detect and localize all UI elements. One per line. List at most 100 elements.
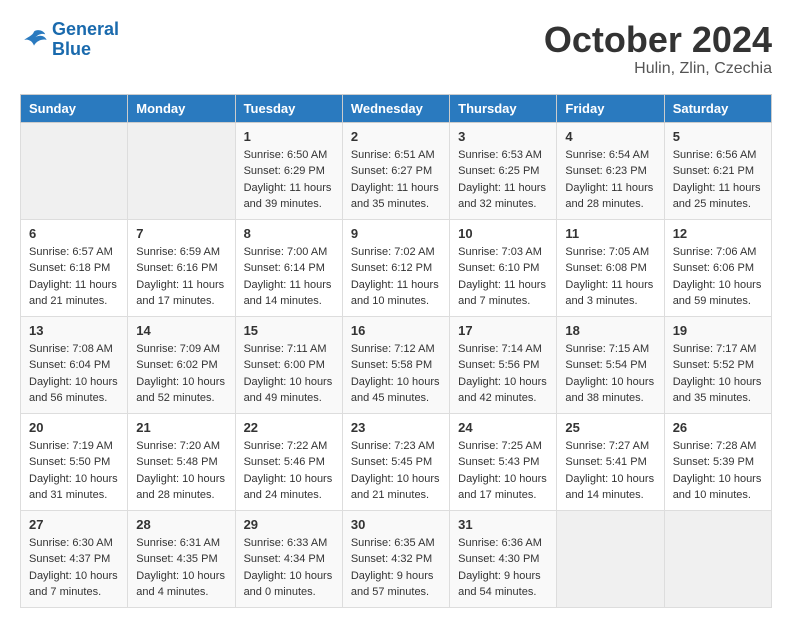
day-detail: Sunrise: 6:33 AM Sunset: 4:34 PM Dayligh… [244,535,334,601]
day-detail: Sunrise: 7:20 AM Sunset: 5:48 PM Dayligh… [136,438,226,504]
col-header-saturday: Saturday [664,94,771,122]
day-number: 21 [136,420,226,435]
day-number: 28 [136,517,226,532]
day-number: 8 [244,226,334,241]
col-header-monday: Monday [128,94,235,122]
day-number: 12 [673,226,763,241]
day-detail: Sunrise: 7:00 AM Sunset: 6:14 PM Dayligh… [244,244,334,310]
day-detail: Sunrise: 7:23 AM Sunset: 5:45 PM Dayligh… [351,438,441,504]
day-number: 16 [351,323,441,338]
calendar-cell: 13Sunrise: 7:08 AM Sunset: 6:04 PM Dayli… [21,316,128,413]
calendar-cell: 11 Sunrise: 7:05 AM Sunset: 6:08 PM Dayli… [557,219,664,316]
calendar-cell: 22 Sunrise: 7:22 AM Sunset: 5:46 PM Dayli… [235,413,342,510]
calendar-cell: 5 Sunrise: 6:56 AM Sunset: 6:21 PM Daylig… [664,122,771,219]
page-header: General Blue October 2024 Hulin, Zlin, C… [20,20,772,78]
logo: General Blue [20,20,119,60]
day-number: 1 [244,129,334,144]
day-number: 27 [29,517,119,532]
day-number: 3 [458,129,548,144]
day-detail: Sunrise: 6:30 AM Sunset: 4:37 PM Dayligh… [29,535,119,601]
calendar-cell [21,122,128,219]
day-detail: Sunrise: 7:17 AM Sunset: 5:52 PM Dayligh… [673,341,763,407]
day-number: 5 [673,129,763,144]
location: Hulin, Zlin, Czechia [544,60,772,78]
calendar-cell: 15 Sunrise: 7:11 AM Sunset: 6:00 PM Dayli… [235,316,342,413]
day-number: 18 [565,323,655,338]
day-detail: Sunrise: 6:51 AM Sunset: 6:27 PM Dayligh… [351,147,441,213]
calendar-cell: 9Sunrise: 7:02 AM Sunset: 6:12 PM Daylig… [342,219,449,316]
day-number: 6 [29,226,119,241]
day-number: 14 [136,323,226,338]
col-header-wednesday: Wednesday [342,94,449,122]
day-detail: Sunrise: 7:06 AM Sunset: 6:06 PM Dayligh… [673,244,763,310]
day-detail: Sunrise: 7:28 AM Sunset: 5:39 PM Dayligh… [673,438,763,504]
day-detail: Sunrise: 7:05 AM Sunset: 6:08 PM Dayligh… [565,244,655,310]
calendar-cell: 29 Sunrise: 6:33 AM Sunset: 4:34 PM Dayli… [235,510,342,607]
calendar-cell: 31Sunrise: 6:36 AM Sunset: 4:30 PM Dayli… [450,510,557,607]
day-detail: Sunrise: 6:35 AM Sunset: 4:32 PM Dayligh… [351,535,441,601]
day-detail: Sunrise: 7:03 AM Sunset: 6:10 PM Dayligh… [458,244,548,310]
day-detail: Sunrise: 7:02 AM Sunset: 6:12 PM Dayligh… [351,244,441,310]
col-header-thursday: Thursday [450,94,557,122]
title-block: October 2024 Hulin, Zlin, Czechia [544,20,772,78]
week-row-5: 27 Sunrise: 6:30 AM Sunset: 4:37 PM Dayli… [21,510,772,607]
calendar-cell: 1Sunrise: 6:50 AM Sunset: 6:29 PM Daylig… [235,122,342,219]
day-detail: Sunrise: 7:11 AM Sunset: 6:00 PM Dayligh… [244,341,334,407]
calendar-cell: 4 Sunrise: 6:54 AM Sunset: 6:23 PM Daylig… [557,122,664,219]
day-number: 20 [29,420,119,435]
calendar-cell: 8 Sunrise: 7:00 AM Sunset: 6:14 PM Daylig… [235,219,342,316]
calendar-cell: 3Sunrise: 6:53 AM Sunset: 6:25 PM Daylig… [450,122,557,219]
week-row-1: 1Sunrise: 6:50 AM Sunset: 6:29 PM Daylig… [21,122,772,219]
day-number: 17 [458,323,548,338]
calendar-cell: 17Sunrise: 7:14 AM Sunset: 5:56 PM Dayli… [450,316,557,413]
day-detail: Sunrise: 7:15 AM Sunset: 5:54 PM Dayligh… [565,341,655,407]
day-number: 10 [458,226,548,241]
month-title: October 2024 [544,20,772,60]
day-number: 23 [351,420,441,435]
calendar-cell: 2 Sunrise: 6:51 AM Sunset: 6:27 PM Daylig… [342,122,449,219]
calendar-cell [128,122,235,219]
day-number: 31 [458,517,548,532]
day-number: 25 [565,420,655,435]
logo-bird-icon [20,26,48,54]
day-detail: Sunrise: 6:31 AM Sunset: 4:35 PM Dayligh… [136,535,226,601]
calendar-cell: 6 Sunrise: 6:57 AM Sunset: 6:18 PM Daylig… [21,219,128,316]
day-number: 24 [458,420,548,435]
day-number: 15 [244,323,334,338]
day-detail: Sunrise: 6:57 AM Sunset: 6:18 PM Dayligh… [29,244,119,310]
day-detail: Sunrise: 7:09 AM Sunset: 6:02 PM Dayligh… [136,341,226,407]
day-detail: Sunrise: 7:08 AM Sunset: 6:04 PM Dayligh… [29,341,119,407]
calendar-cell [557,510,664,607]
day-detail: Sunrise: 7:12 AM Sunset: 5:58 PM Dayligh… [351,341,441,407]
calendar-cell: 30 Sunrise: 6:35 AM Sunset: 4:32 PM Dayli… [342,510,449,607]
day-number: 30 [351,517,441,532]
day-detail: Sunrise: 6:56 AM Sunset: 6:21 PM Dayligh… [673,147,763,213]
calendar-cell: 28 Sunrise: 6:31 AM Sunset: 4:35 PM Dayli… [128,510,235,607]
day-detail: Sunrise: 7:27 AM Sunset: 5:41 PM Dayligh… [565,438,655,504]
day-number: 2 [351,129,441,144]
calendar-cell: 24 Sunrise: 7:25 AM Sunset: 5:43 PM Dayli… [450,413,557,510]
week-row-2: 6 Sunrise: 6:57 AM Sunset: 6:18 PM Daylig… [21,219,772,316]
calendar-cell [664,510,771,607]
day-detail: Sunrise: 6:54 AM Sunset: 6:23 PM Dayligh… [565,147,655,213]
calendar-cell: 26Sunrise: 7:28 AM Sunset: 5:39 PM Dayli… [664,413,771,510]
day-detail: Sunrise: 7:22 AM Sunset: 5:46 PM Dayligh… [244,438,334,504]
calendar-cell: 27 Sunrise: 6:30 AM Sunset: 4:37 PM Dayli… [21,510,128,607]
calendar-cell: 20 Sunrise: 7:19 AM Sunset: 5:50 PM Dayli… [21,413,128,510]
day-number: 11 [565,226,655,241]
calendar-cell: 14 Sunrise: 7:09 AM Sunset: 6:02 PM Dayli… [128,316,235,413]
calendar-table: SundayMondayTuesdayWednesdayThursdayFrid… [20,94,772,608]
day-detail: Sunrise: 6:59 AM Sunset: 6:16 PM Dayligh… [136,244,226,310]
calendar-cell: 23 Sunrise: 7:23 AM Sunset: 5:45 PM Dayli… [342,413,449,510]
day-detail: Sunrise: 7:19 AM Sunset: 5:50 PM Dayligh… [29,438,119,504]
calendar-cell: 16 Sunrise: 7:12 AM Sunset: 5:58 PM Dayli… [342,316,449,413]
calendar-cell: 19 Sunrise: 7:17 AM Sunset: 5:52 PM Dayli… [664,316,771,413]
calendar-cell: 7Sunrise: 6:59 AM Sunset: 6:16 PM Daylig… [128,219,235,316]
calendar-cell: 21 Sunrise: 7:20 AM Sunset: 5:48 PM Dayli… [128,413,235,510]
day-number: 22 [244,420,334,435]
day-number: 19 [673,323,763,338]
day-number: 29 [244,517,334,532]
col-header-sunday: Sunday [21,94,128,122]
day-number: 4 [565,129,655,144]
day-detail: Sunrise: 7:25 AM Sunset: 5:43 PM Dayligh… [458,438,548,504]
